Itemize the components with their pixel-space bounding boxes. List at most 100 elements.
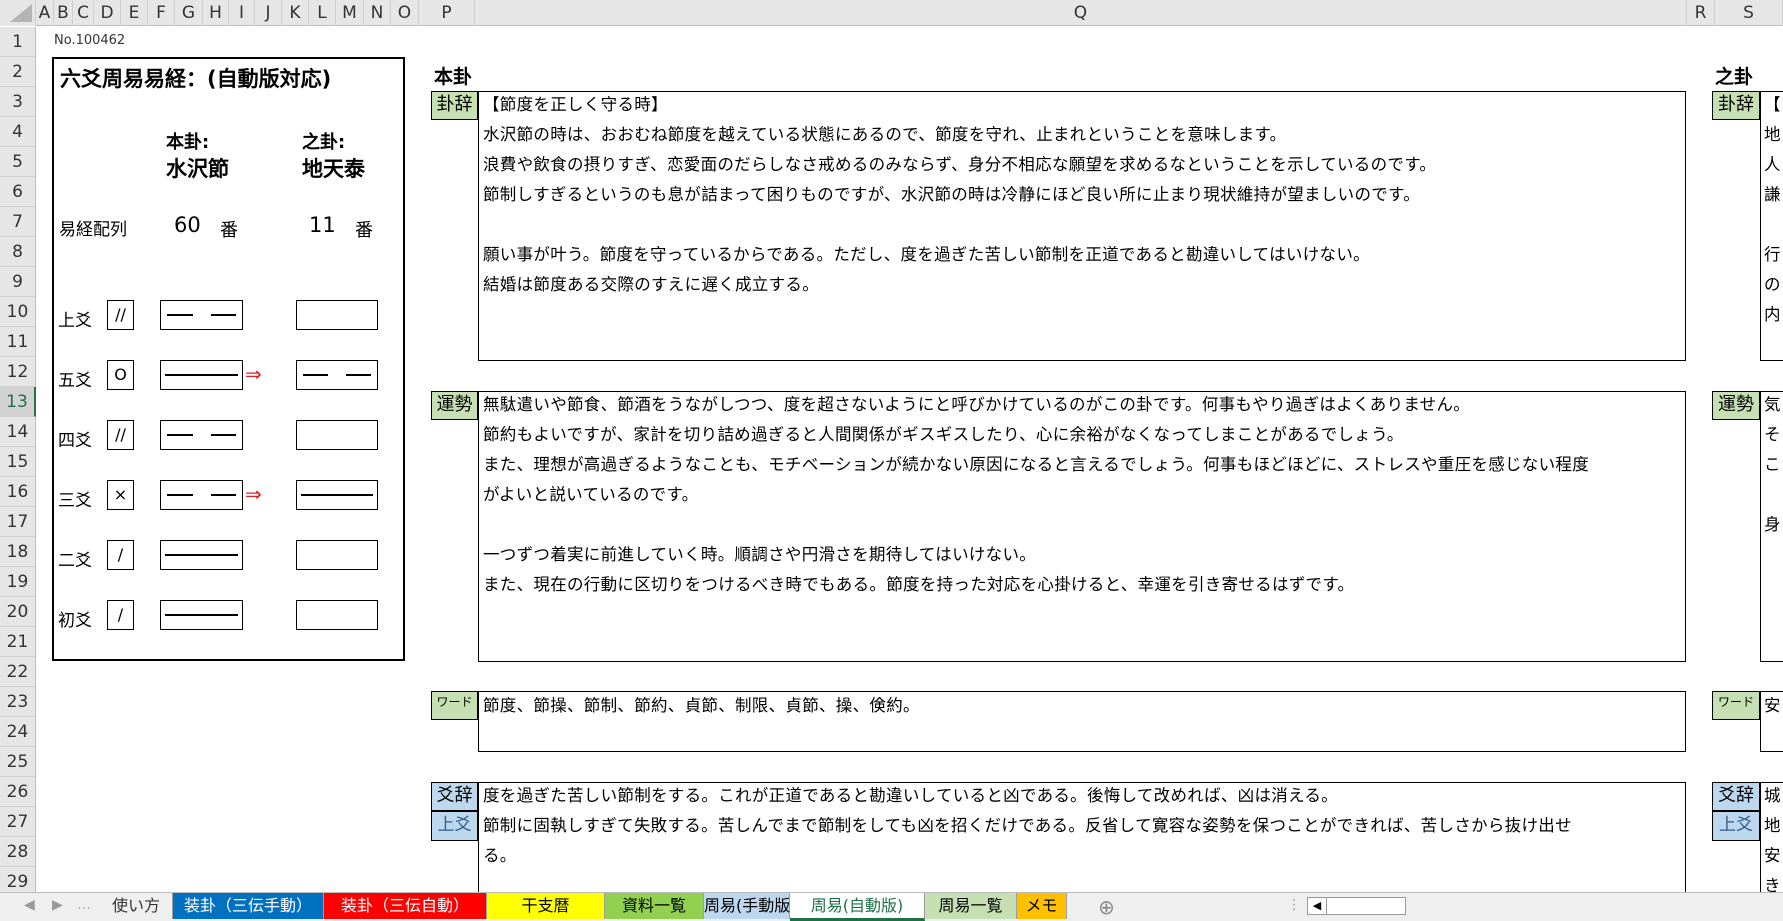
text-line: [1764, 210, 1781, 240]
row-header-26[interactable]: 26: [0, 777, 36, 807]
column-header-c[interactable]: C: [73, 0, 94, 26]
row-header-9[interactable]: 9: [0, 267, 36, 297]
column-header-e[interactable]: E: [121, 0, 148, 26]
row-header-14[interactable]: 14: [0, 417, 36, 447]
add-sheet-icon[interactable]: ⊕: [1098, 895, 1115, 919]
yang-line: [165, 374, 238, 376]
row-header-22[interactable]: 22: [0, 657, 36, 687]
hscroll-left-button[interactable]: ◀: [1307, 897, 1327, 915]
shika-kouji-sub: 上爻: [1712, 811, 1760, 841]
row-header-17[interactable]: 17: [0, 507, 36, 537]
scroll-tabs-right-icon[interactable]: ▶: [52, 897, 63, 913]
row-header-18[interactable]: 18: [0, 537, 36, 567]
column-header-r[interactable]: R: [1687, 0, 1715, 26]
yao-mark-cell[interactable]: //: [107, 300, 134, 330]
row-header-19[interactable]: 19: [0, 567, 36, 597]
text-line: 浪費や飲食の摂りすぎ、恋愛面のだらしなさ戒めるのみならず、身分不相応な願望を求め…: [483, 155, 1437, 174]
sheet-tab[interactable]: 周易(手動版): [704, 893, 797, 919]
column-header-g[interactable]: G: [175, 0, 203, 26]
document-number: No.100462: [54, 33, 126, 48]
honka-unsei-label: 運勢: [431, 391, 478, 420]
row-header-12[interactable]: 12: [0, 357, 36, 387]
row-header-4[interactable]: 4: [0, 117, 36, 147]
yang-line: [165, 554, 238, 556]
column-header-i[interactable]: I: [229, 0, 255, 26]
sheet-tab[interactable]: 使い方: [100, 893, 173, 919]
text-line: 地: [1764, 816, 1781, 835]
column-header-b[interactable]: B: [54, 0, 73, 26]
yao-mark-cell[interactable]: O: [107, 360, 134, 390]
sheet-tab[interactable]: メモ: [1017, 893, 1067, 919]
row-header-10[interactable]: 10: [0, 297, 36, 327]
sheet-tab[interactable]: 周易(自動版): [790, 893, 925, 921]
text-line: 地: [1764, 125, 1781, 144]
row-header-7[interactable]: 7: [0, 207, 36, 237]
row-header-1[interactable]: 1: [0, 27, 36, 57]
row-header-16[interactable]: 16: [0, 477, 36, 507]
shika-word-label: ワード: [1712, 691, 1760, 720]
column-header-n[interactable]: N: [364, 0, 391, 26]
row-header-20[interactable]: 20: [0, 597, 36, 627]
row-header-6[interactable]: 6: [0, 177, 36, 207]
row-header-5[interactable]: 5: [0, 147, 36, 177]
hscroll-thumb[interactable]: [1326, 897, 1406, 915]
column-header-o[interactable]: O: [391, 0, 419, 26]
row-header-2[interactable]: 2: [0, 57, 36, 87]
row-header-8[interactable]: 8: [0, 237, 36, 267]
column-header-h[interactable]: H: [203, 0, 229, 26]
row-header-23[interactable]: 23: [0, 687, 36, 717]
sheet-tab[interactable]: 装卦（三伝手動）: [173, 893, 324, 919]
row-header-3[interactable]: 3: [0, 87, 36, 117]
column-header-m[interactable]: M: [336, 0, 364, 26]
yao-mark-cell[interactable]: //: [107, 420, 134, 450]
row-header-13[interactable]: 13: [0, 387, 36, 417]
row-header-11[interactable]: 11: [0, 327, 36, 357]
row-header-15[interactable]: 15: [0, 447, 36, 477]
select-all-corner[interactable]: [0, 0, 36, 26]
honka-name: 水沢節: [166, 157, 229, 181]
honka-number: 60: [174, 213, 201, 237]
scroll-tabs-left-icon[interactable]: ◀: [24, 897, 35, 913]
yao-mark-cell[interactable]: /: [107, 600, 134, 630]
column-header-l[interactable]: L: [309, 0, 336, 26]
column-header-p[interactable]: P: [419, 0, 475, 26]
sheet-tab[interactable]: 干支暦: [487, 893, 605, 919]
hexagram-panel: [52, 57, 405, 661]
text-line: 願い事が叶う。節度を守っているからである。ただし、度を過ぎた苦しい節制を正道であ…: [483, 245, 1370, 264]
text-line: 節制に固執しすぎて失敗する。苦しんでまで節制をしても凶を招くだけである。反省して…: [483, 816, 1572, 835]
text-line: また、理想が高過ぎるようなことも、モチベーションが続かない原因になると言えるでし…: [483, 455, 1589, 474]
sheet-tab[interactable]: 周易一覧: [925, 893, 1017, 919]
column-header-s[interactable]: S: [1715, 0, 1783, 26]
column-header-d[interactable]: D: [94, 0, 121, 26]
yao-name: 二爻: [58, 551, 92, 571]
shika-unsei-label: 運勢: [1712, 391, 1760, 420]
yin-line-left: [167, 494, 193, 496]
text-line: 一つずつ着実に前進していく時。順調さや円滑さを期待してはいけない。: [483, 545, 1037, 564]
honka-kouji-sub: 上爻: [431, 811, 478, 841]
hscroll-handle-icon[interactable]: ⋮: [1287, 897, 1301, 913]
yao-mark-cell[interactable]: /: [107, 540, 134, 570]
text-line: 身: [1764, 515, 1781, 534]
shika-unsei-text: 気そこ身: [1764, 390, 1781, 540]
sheet-tab[interactable]: 装卦（三伝自動）: [324, 893, 487, 919]
yin-line-right: [346, 374, 371, 376]
text-line: 度を過ぎた苦しい節制をする。これが正道であると勘違いしていると凶である。後悔して…: [483, 786, 1338, 805]
column-header-a[interactable]: A: [36, 0, 54, 26]
row-header-27[interactable]: 27: [0, 807, 36, 837]
column-header-f[interactable]: F: [148, 0, 175, 26]
row-header-24[interactable]: 24: [0, 717, 36, 747]
column-header-q[interactable]: Q: [475, 0, 1687, 26]
text-line: 節制しすぎるというのも息が詰まって困りものですが、水沢節の時は冷静にほど良い所に…: [483, 185, 1421, 204]
column-header-k[interactable]: K: [282, 0, 309, 26]
column-header-j[interactable]: J: [255, 0, 282, 26]
shika-yao-cell: [296, 600, 378, 630]
yao-mark-cell[interactable]: ×: [107, 480, 134, 510]
row-header-21[interactable]: 21: [0, 627, 36, 657]
yin-line-left: [303, 374, 328, 376]
sheet-tab[interactable]: 資料一覧: [605, 893, 704, 919]
yin-line-right: [210, 434, 236, 436]
row-header-25[interactable]: 25: [0, 747, 36, 777]
row-header-28[interactable]: 28: [0, 837, 36, 867]
tab-more-icon[interactable]: …: [77, 897, 91, 913]
honka-kouji-label: 爻辞: [431, 782, 478, 811]
